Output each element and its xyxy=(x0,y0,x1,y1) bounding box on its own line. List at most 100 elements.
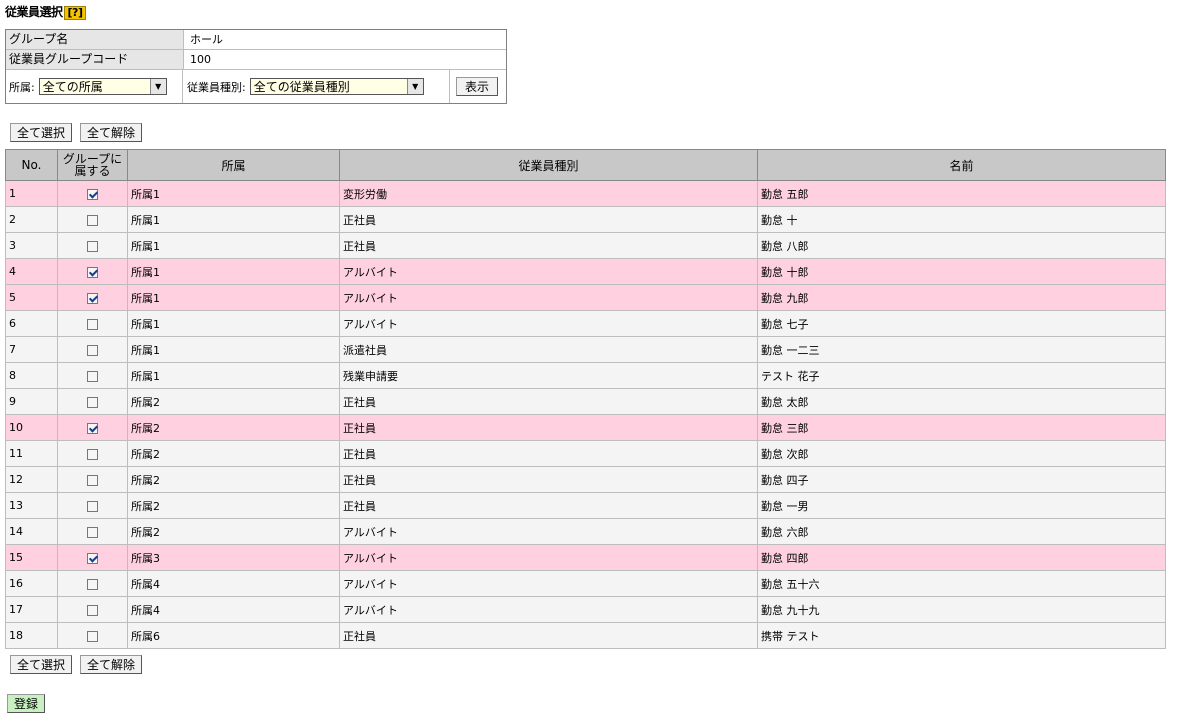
row-name: 勤怠 六郎 xyxy=(757,518,1166,545)
dropdown-arrow-icon[interactable]: ▼ xyxy=(406,79,423,94)
clear-all-button[interactable]: 全て解除 xyxy=(80,123,143,142)
row-emp-type: アルバイト xyxy=(339,258,758,285)
row-no: 11 xyxy=(5,440,58,467)
row-name: 勤怠 七子 xyxy=(757,310,1166,337)
table-row[interactable]: 2 所属1 正社員 勤怠 十 xyxy=(5,206,1166,233)
member-checkbox[interactable] xyxy=(87,552,98,564)
row-member-cell xyxy=(57,232,128,259)
member-checkbox[interactable] xyxy=(87,630,98,642)
row-name: 勤怠 九郎 xyxy=(757,284,1166,311)
table-row[interactable]: 7 所属1 派遣社員 勤怠 一二三 xyxy=(5,336,1166,363)
row-emp-type: 正社員 xyxy=(339,440,758,467)
table-row[interactable]: 10 所属2 正社員 勤怠 三郎 xyxy=(5,414,1166,441)
row-emp-type: 正社員 xyxy=(339,232,758,259)
row-member-cell xyxy=(57,180,128,207)
table-row[interactable]: 9 所属2 正社員 勤怠 太郎 xyxy=(5,388,1166,415)
dropdown-arrow-icon[interactable]: ▼ xyxy=(149,79,166,94)
row-member-cell xyxy=(57,284,128,311)
employee-table: No. グループに属する 所属 従業員種別 名前 1 所属1 変形労働 勤怠 五郎 2 所… xyxy=(5,149,1166,649)
table-header-row: No. グループに属する 所属 従業員種別 名前 xyxy=(5,149,1166,181)
filter-row: 所属: 全ての所属 ▼ 従業員種別: 全ての従業員種別 ▼ 表示 xyxy=(6,70,506,103)
row-name: 勤怠 三郎 xyxy=(757,414,1166,441)
row-no: 5 xyxy=(5,284,58,311)
header-member: グループに属する xyxy=(57,149,128,181)
table-row[interactable]: 8 所属1 残業申請要 テスト 花子 xyxy=(5,362,1166,389)
member-checkbox[interactable] xyxy=(87,318,98,330)
row-emp-type: 派遣社員 xyxy=(339,336,758,363)
member-checkbox[interactable] xyxy=(87,500,98,512)
row-member-cell xyxy=(57,336,128,363)
row-emp-type: 正社員 xyxy=(339,414,758,441)
table-row[interactable]: 1 所属1 変形労働 勤怠 五郎 xyxy=(5,180,1166,207)
table-row[interactable]: 14 所属2 アルバイト 勤怠 六郎 xyxy=(5,518,1166,545)
row-emp-type: アルバイト xyxy=(339,596,758,623)
row-no: 6 xyxy=(5,310,58,337)
table-row[interactable]: 12 所属2 正社員 勤怠 四子 xyxy=(5,466,1166,493)
row-affiliation: 所属2 xyxy=(127,492,340,519)
member-checkbox[interactable] xyxy=(87,214,98,226)
affiliation-select[interactable]: 全ての所属 ▼ xyxy=(38,78,167,95)
member-checkbox[interactable] xyxy=(87,344,98,356)
row-no: 7 xyxy=(5,336,58,363)
row-no: 15 xyxy=(5,544,58,571)
row-no: 1 xyxy=(5,180,58,207)
member-checkbox[interactable] xyxy=(87,526,98,538)
table-row[interactable]: 18 所属6 正社員 携帯 テスト xyxy=(5,622,1166,649)
member-checkbox[interactable] xyxy=(87,266,98,278)
table-row[interactable]: 15 所属3 アルバイト 勤怠 四郎 xyxy=(5,544,1166,571)
row-member-cell xyxy=(57,622,128,649)
member-checkbox[interactable] xyxy=(87,188,98,200)
select-all-button[interactable]: 全て選択 xyxy=(10,655,73,674)
member-checkbox[interactable] xyxy=(87,448,98,460)
emp-type-select[interactable]: 全ての従業員種別 ▼ xyxy=(249,78,424,95)
table-row[interactable]: 4 所属1 アルバイト 勤怠 十郎 xyxy=(5,258,1166,285)
table-row[interactable]: 16 所属4 アルバイト 勤怠 五十六 xyxy=(5,570,1166,597)
row-member-cell xyxy=(57,206,128,233)
row-no: 12 xyxy=(5,466,58,493)
row-member-cell xyxy=(57,570,128,597)
row-emp-type: 正社員 xyxy=(339,466,758,493)
clear-all-button[interactable]: 全て解除 xyxy=(80,655,143,674)
member-checkbox[interactable] xyxy=(87,396,98,408)
table-row[interactable]: 17 所属4 アルバイト 勤怠 九十九 xyxy=(5,596,1166,623)
row-no: 8 xyxy=(5,362,58,389)
affiliation-filter: 所属: 全ての所属 ▼ xyxy=(6,70,183,103)
affiliation-label: 所属: xyxy=(9,80,35,94)
member-checkbox[interactable] xyxy=(87,604,98,616)
member-checkbox[interactable] xyxy=(87,422,98,434)
row-no: 16 xyxy=(5,570,58,597)
row-emp-type: 変形労働 xyxy=(339,180,758,207)
row-member-cell xyxy=(57,388,128,415)
row-name: 勤怠 五郎 xyxy=(757,180,1166,207)
row-member-cell xyxy=(57,596,128,623)
row-name: 勤怠 四子 xyxy=(757,466,1166,493)
table-row[interactable]: 13 所属2 正社員 勤怠 一男 xyxy=(5,492,1166,519)
row-emp-type: 正社員 xyxy=(339,206,758,233)
row-name: 勤怠 一男 xyxy=(757,492,1166,519)
page-title: 従業員選択 [?] xyxy=(5,3,87,20)
row-affiliation: 所属2 xyxy=(127,440,340,467)
member-checkbox[interactable] xyxy=(87,578,98,590)
member-checkbox[interactable] xyxy=(87,240,98,252)
row-name: 勤怠 四郎 xyxy=(757,544,1166,571)
group-name-value: ホール xyxy=(190,33,223,46)
show-button[interactable]: 表示 xyxy=(456,77,498,96)
table-row[interactable]: 5 所属1 アルバイト 勤怠 九郎 xyxy=(5,284,1166,311)
row-affiliation: 所属1 xyxy=(127,284,340,311)
row-emp-type: 残業申請要 xyxy=(339,362,758,389)
row-name: 勤怠 五十六 xyxy=(757,570,1166,597)
table-row[interactable]: 6 所属1 アルバイト 勤怠 七子 xyxy=(5,310,1166,337)
emp-type-select-value: 全ての従業員種別 xyxy=(253,80,350,94)
member-checkbox[interactable] xyxy=(87,474,98,486)
table-row[interactable]: 3 所属1 正社員 勤怠 八郎 xyxy=(5,232,1166,259)
table-row[interactable]: 11 所属2 正社員 勤怠 次郎 xyxy=(5,440,1166,467)
register-bar: 登録 xyxy=(7,694,46,713)
row-affiliation: 所属1 xyxy=(127,258,340,285)
help-icon[interactable]: [?] xyxy=(63,6,87,20)
select-all-button[interactable]: 全て選択 xyxy=(10,123,73,142)
register-button[interactable]: 登録 xyxy=(7,694,46,713)
member-checkbox[interactable] xyxy=(87,370,98,382)
table-body: 1 所属1 変形労働 勤怠 五郎 2 所属1 正社員 勤怠 十 3 所属1 正社員 勤怠 八郎 4 所属1… xyxy=(5,180,1166,649)
affiliation-select-value: 全ての所属 xyxy=(42,80,103,94)
member-checkbox[interactable] xyxy=(87,292,98,304)
